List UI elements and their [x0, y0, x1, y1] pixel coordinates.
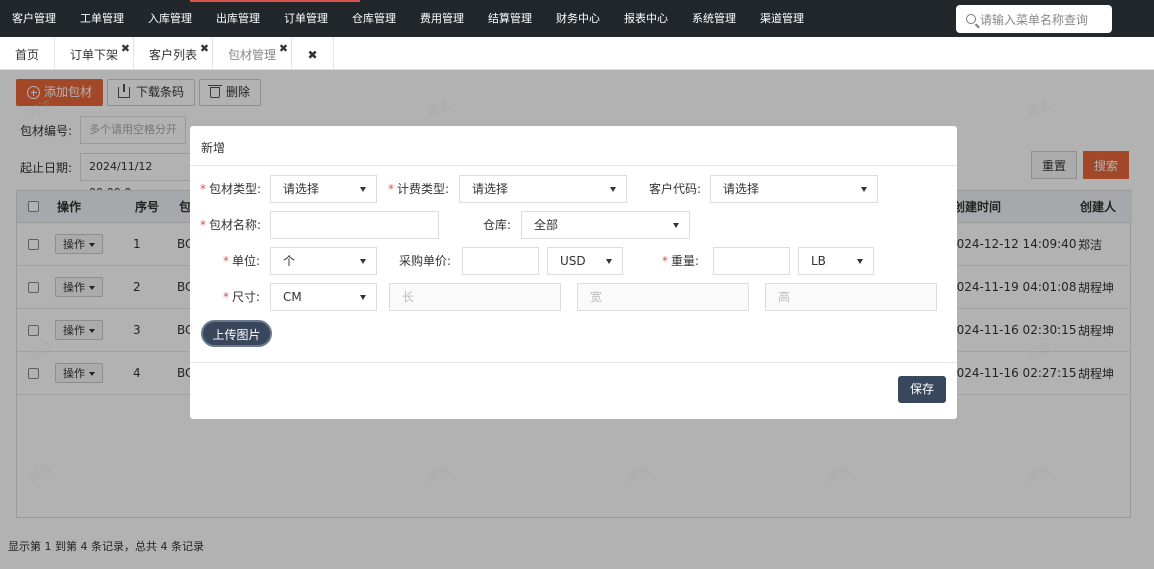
menu-item-settlement[interactable]: 结算管理: [476, 0, 544, 37]
packaging-name-label: * 包材名称:: [200, 218, 262, 232]
dialog-title: 新增: [201, 141, 226, 155]
tab-order-offshelf[interactable]: 订单下架 ✖: [55, 37, 135, 70]
chevron-down-icon: [857, 259, 863, 264]
tab-label: 客户列表: [149, 48, 198, 62]
close-icon: ✖: [307, 48, 318, 62]
weight-label: * 重量:: [662, 254, 700, 268]
close-icon[interactable]: ✖: [279, 31, 288, 67]
size-unit-select[interactable]: CM: [270, 283, 377, 311]
watermark: 郑洁: [26, 339, 55, 363]
divider: [190, 165, 957, 166]
billing-type-text: 计费类型:: [397, 182, 450, 196]
packaging-type-label: * 包材类型:: [200, 182, 262, 196]
chevron-down-icon: [360, 187, 366, 192]
tab-label: 订单下架: [70, 48, 119, 62]
size-text: 尺寸:: [232, 290, 261, 304]
length-placeholder: 长: [402, 290, 415, 304]
watermark: 郑洁: [26, 97, 55, 121]
weight-input[interactable]: [713, 247, 790, 275]
watermark: 郑洁: [1024, 97, 1053, 121]
packaging-name-text: 包材名称:: [209, 218, 262, 232]
chevron-down-icon: [360, 259, 366, 264]
size-label: * 尺寸:: [223, 290, 261, 304]
tab-customer-list[interactable]: 客户列表 ✖: [134, 37, 214, 70]
tab-label: 首页: [15, 48, 40, 62]
watermark: 郑洁: [26, 462, 55, 486]
weight-unit-select[interactable]: LB: [798, 247, 874, 275]
menu-item-system[interactable]: 系统管理: [680, 0, 748, 37]
purchase-price-label: 采购单价:: [399, 254, 452, 268]
chevron-down-icon: [606, 259, 612, 264]
search-placeholder: 请输入菜单名称查询: [980, 12, 1089, 27]
tab-home[interactable]: 首页: [0, 37, 56, 70]
search-icon: [966, 14, 976, 24]
warehouse-select[interactable]: 全部: [521, 211, 690, 239]
top-nav: 客户管理 工单管理 入库管理 出库管理 订单管理 仓库管理 费用管理 结算管理 …: [0, 0, 1154, 37]
warehouse-label: 仓库:: [483, 218, 512, 232]
menu-item-finance[interactable]: 财务中心: [544, 0, 612, 37]
save-button[interactable]: 保存: [898, 376, 946, 403]
menu-item-channel[interactable]: 渠道管理: [748, 0, 816, 37]
menu-item-fees[interactable]: 费用管理: [408, 0, 476, 37]
packaging-type-select[interactable]: 请选择: [270, 175, 377, 203]
menu-item-customer[interactable]: 客户管理: [0, 0, 68, 37]
weight-unit-value: LB: [811, 254, 826, 268]
height-placeholder: 高: [778, 290, 791, 304]
packaging-type-value: 请选择: [283, 182, 320, 196]
menu-item-inbound[interactable]: 入库管理: [136, 0, 204, 37]
warehouse-value: 全部: [534, 218, 559, 232]
chevron-down-icon: [360, 295, 366, 300]
close-icon[interactable]: ✖: [121, 31, 130, 67]
height-input[interactable]: 高: [765, 283, 937, 311]
packaging-type-text: 包材类型:: [209, 182, 262, 196]
watermark: 郑洁: [1024, 339, 1053, 363]
billing-type-label: * 计费类型:: [388, 182, 450, 196]
chevron-down-icon: [610, 187, 616, 192]
watermark: 郑洁: [824, 462, 853, 486]
currency-select[interactable]: USD: [547, 247, 623, 275]
weight-text: 重量:: [671, 254, 700, 268]
currency-value: USD: [560, 254, 586, 268]
watermark: 郑洁: [1024, 462, 1053, 486]
unit-value: 个: [283, 254, 296, 268]
tab-label: 包材管理: [228, 48, 277, 62]
customer-code-label: 客户代码:: [649, 182, 702, 196]
customer-code-value: 请选择: [723, 182, 760, 196]
billing-type-value: 请选择: [472, 182, 509, 196]
close-all-tabs-button[interactable]: ✖: [292, 37, 335, 70]
upload-image-button[interactable]: 上传图片: [201, 320, 272, 347]
length-input[interactable]: 长: [389, 283, 561, 311]
purchase-price-input[interactable]: [462, 247, 539, 275]
billing-type-select[interactable]: 请选择: [459, 175, 627, 203]
unit-label: * 单位:: [223, 254, 261, 268]
unit-select[interactable]: 个: [270, 247, 377, 275]
watermark: 郑洁: [424, 97, 453, 121]
menu-item-reports[interactable]: 报表中心: [612, 0, 680, 37]
width-placeholder: 宽: [590, 290, 603, 304]
page-tabs: 首页 订单下架 ✖ 客户列表 ✖ 包材管理 ✖ ✖: [0, 37, 1154, 70]
tab-packaging[interactable]: 包材管理 ✖: [213, 37, 293, 70]
chevron-down-icon: [673, 223, 679, 228]
menu-search-input[interactable]: 请输入菜单名称查询: [956, 5, 1112, 33]
watermark: 郑洁: [624, 462, 653, 486]
packaging-name-input[interactable]: [270, 211, 439, 239]
close-icon[interactable]: ✖: [200, 31, 209, 67]
menu-item-warehouse[interactable]: 仓库管理: [340, 0, 408, 37]
add-packaging-dialog: 新增 * 包材类型: 请选择 * 计费类型: 请选择 客户代码: 请选择 * 包材名称…: [190, 126, 957, 419]
watermark: 郑洁: [424, 462, 453, 486]
width-input[interactable]: 宽: [577, 283, 749, 311]
size-unit-value: CM: [283, 290, 302, 304]
chevron-down-icon: [861, 187, 867, 192]
menu-item-outbound[interactable]: 出库管理: [204, 0, 272, 37]
customer-code-select[interactable]: 请选择: [710, 175, 878, 203]
unit-text: 单位:: [232, 254, 261, 268]
divider: [190, 362, 957, 363]
